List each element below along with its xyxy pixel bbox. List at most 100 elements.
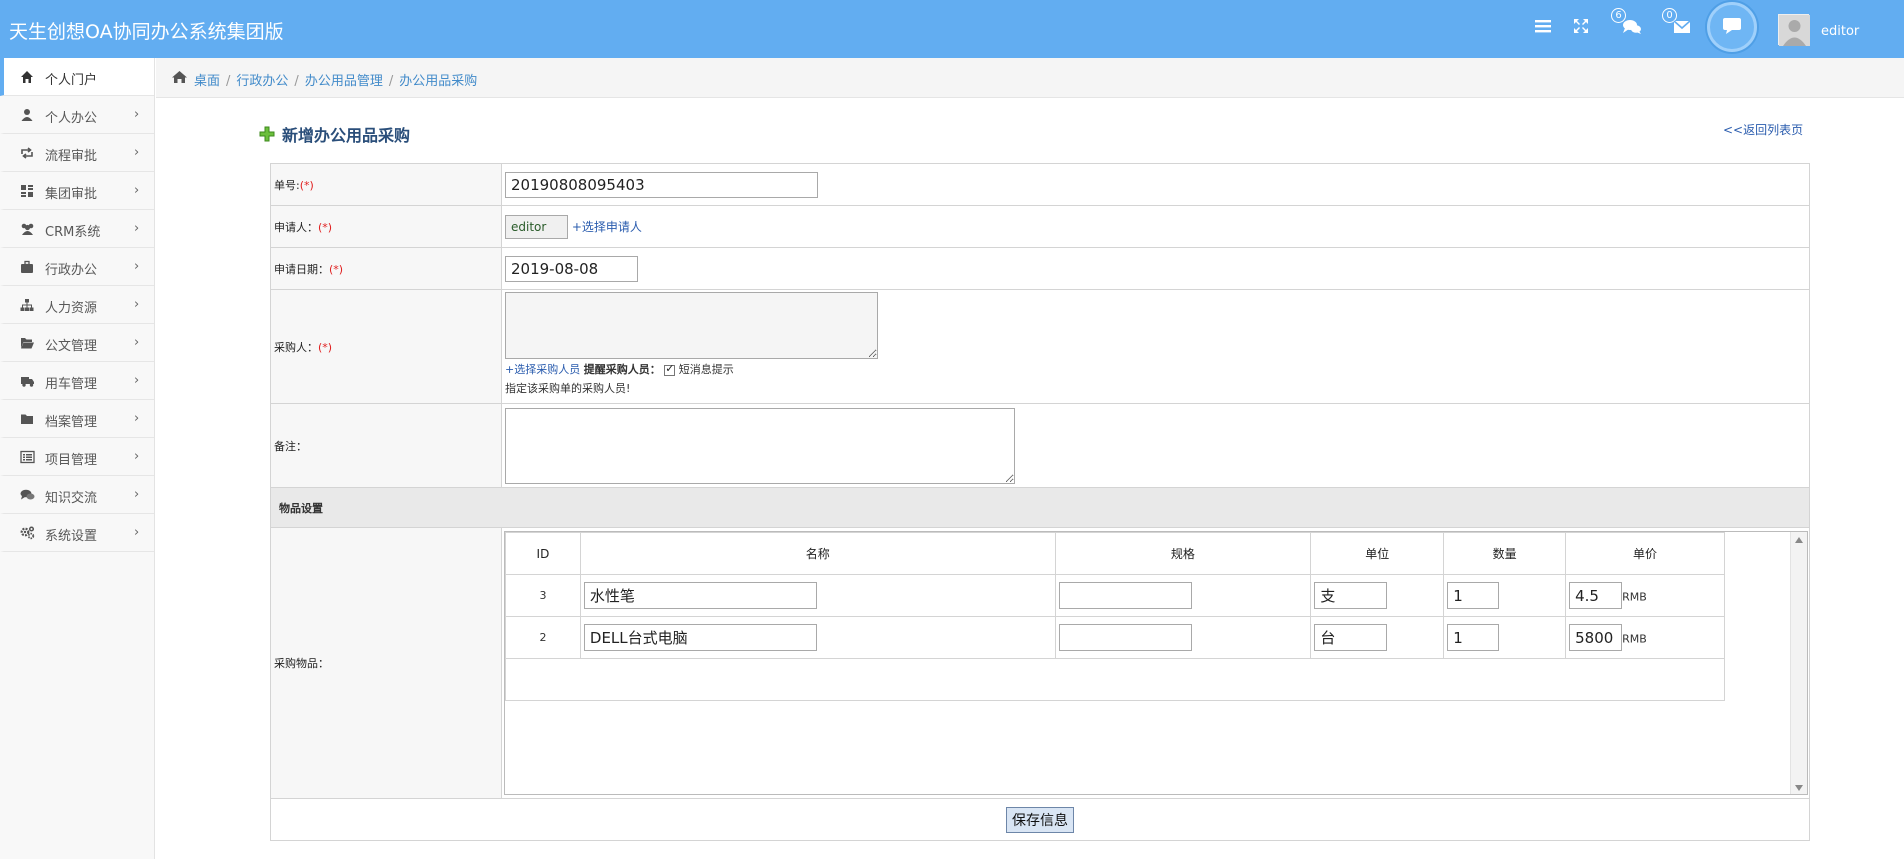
column-header: 规格 [1054,532,1312,575]
sidebar-item-label: 档案管理 [45,415,98,430]
chat-button[interactable] [1707,2,1757,52]
buyer-hint: 指定该采购单的采购人员! [505,382,631,395]
chevron-right-icon: › [134,411,140,426]
sidebar-item-hr[interactable]: 人力资源 › [0,286,154,324]
applicant-input[interactable] [505,214,568,239]
chevron-right-icon: › [134,183,140,198]
required-mark: (*) [329,262,344,276]
item-name-input[interactable] [583,624,817,651]
username[interactable]: editor [1821,24,1859,39]
sms-checkbox[interactable] [664,362,676,376]
chevron-right-icon: › [134,221,140,236]
breadcrumb-supplies-purchase[interactable]: 办公用品采购 [399,74,477,89]
chat-icon [1723,18,1741,34]
field-label: 采购人：(*) [270,289,502,404]
home-icon[interactable] [171,70,188,87]
item-qty-input[interactable] [1447,582,1500,609]
briefcase-icon [20,260,34,274]
table-row: 3 RMB [505,574,1725,617]
item-spec-input[interactable] [1058,624,1192,651]
sidebar-item-label: 集团审批 [45,187,98,202]
sidebar-item-label: 系统设置 [45,529,98,544]
sidebar-item-workflow[interactable]: 流程审批 › [0,134,154,172]
sidebar-item-label: 知识交流 [45,491,98,506]
list-alt-icon [20,450,35,464]
buyer-textarea[interactable] [505,292,878,359]
items-table: ID 名称 规格 单位 数量 单价 3 RMB [505,532,1725,701]
sidebar-item-group-approval[interactable]: 集团审批 › [0,172,154,210]
chevron-right-icon: › [134,449,140,464]
sidebar-item-vehicles[interactable]: 用车管理 › [0,362,154,400]
remark-textarea[interactable] [505,407,1015,484]
item-qty-input[interactable] [1447,624,1500,651]
sidebar-item-personal-office[interactable]: 个人办公 › [0,96,154,134]
add-icon [259,126,275,145]
breadcrumb: 桌面 / 行政办公 / 办公用品管理 / 办公用品采购 [156,58,1904,98]
date-input[interactable] [505,255,638,282]
sidebar-item-label: 个人门户 [45,73,98,88]
comments-icon[interactable] [1622,19,1644,41]
field-label: 申请日期：(*) [270,247,502,290]
item-spec-input[interactable] [1058,582,1192,609]
page-title: 新增办公用品采购 [282,126,411,145]
sidebar-item-label: 流程审批 [45,149,98,164]
number-input[interactable] [505,171,818,198]
breadcrumb-supplies-management[interactable]: 办公用品管理 [305,74,383,89]
chevron-right-icon: › [134,297,140,312]
column-header: 数量 [1443,532,1567,575]
breadcrumb-separator: / [226,74,231,89]
truck-icon [20,374,34,388]
breadcrumb-desktop[interactable]: 桌面 [194,74,220,89]
chevron-right-icon: › [134,525,140,540]
scroll-down-icon[interactable] [1795,785,1803,791]
number-label: 单号: [274,178,300,192]
required-mark: (*) [299,178,314,192]
folder-open-icon [20,336,34,350]
section-header-items: 物品设置 [270,487,1810,528]
fullscreen-icon[interactable] [1573,18,1595,40]
users-icon [20,222,34,236]
item-price-input[interactable] [1569,582,1623,609]
breadcrumb-separator: / [294,74,299,89]
chevron-right-icon: › [134,259,140,274]
select-buyer-link[interactable]: +选择采购人员 [505,363,580,376]
save-button[interactable]: 保存信息 [1006,806,1074,833]
field-label: 单号:(*) [270,163,502,206]
sidebar-item-label: 个人办公 [45,111,98,126]
table-row-empty [505,658,1725,701]
select-applicant-link[interactable]: +选择申请人 [572,220,642,234]
scroll-up-icon[interactable] [1795,537,1803,543]
sidebar-item-system-settings[interactable]: 系统设置 › [0,514,154,552]
sidebar-item-crm[interactable]: CRM系统 › [0,210,154,248]
sidebar-item-label: 项目管理 [45,453,98,468]
table-row: 2 RMB [505,616,1725,659]
breadcrumb-separator: / [388,74,394,89]
cogs-icon [20,526,35,540]
avatar[interactable] [1778,14,1810,46]
item-unit-input[interactable] [1314,582,1388,609]
sidebar-item-knowledge[interactable]: 知识交流 › [0,476,154,514]
sidebar-item-label: CRM系统 [45,225,101,240]
menu-icon[interactable] [1534,18,1556,40]
sidebar-item-archives[interactable]: 档案管理 › [0,400,154,438]
item-unit-input[interactable] [1314,624,1388,651]
app-title: 天生创想OA协同办公系统集团版 [9,21,284,43]
sidebar-item-projects[interactable]: 项目管理 › [0,438,154,476]
item-name-input[interactable] [583,582,817,609]
sidebar-item-documents[interactable]: 公文管理 › [0,324,154,362]
required-mark: (*) [318,220,333,234]
chevron-right-icon: › [134,145,140,160]
vertical-scrollbar[interactable] [1790,532,1807,794]
sidebar-item-admin-office[interactable]: 行政办公 › [0,248,154,286]
back-to-list-link[interactable]: <<返回列表页 [1723,121,1803,138]
envelope-icon[interactable] [1673,20,1695,42]
breadcrumb-admin-office[interactable]: 行政办公 [236,74,288,89]
sidebar-item-label: 公文管理 [45,339,98,354]
sidebar-item-personal-portal[interactable]: 个人门户 [0,58,154,96]
item-price-input[interactable] [1569,624,1623,651]
field-label: 申请人：(*) [270,205,502,248]
sidebar: 个人门户 个人办公 › 流程审批 › 集团审批 › CRM系统 › 行政办公 ›… [0,58,155,859]
column-header: 单价 [1565,532,1725,575]
chevron-right-icon: › [134,335,140,350]
items-scroll-area[interactable]: ID 名称 规格 单位 数量 单价 3 RMB [504,531,1808,795]
